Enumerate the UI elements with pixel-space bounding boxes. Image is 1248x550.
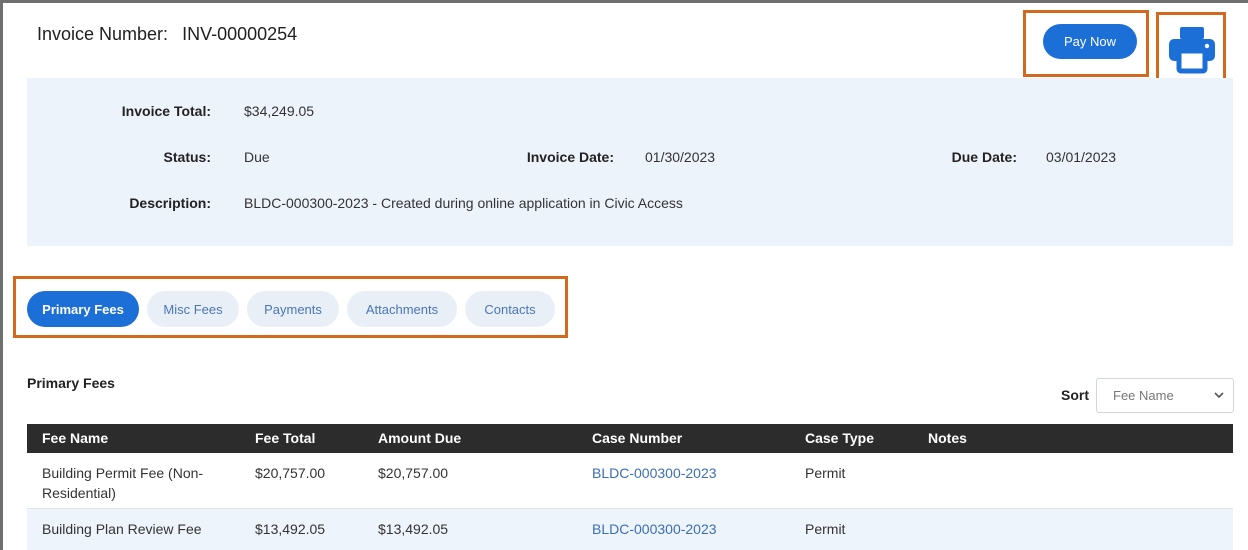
- tab-payments[interactable]: Payments: [247, 291, 339, 327]
- description-label: Description:: [129, 195, 211, 211]
- invoice-number-label: Invoice Number:: [37, 24, 169, 44]
- col-notes[interactable]: Notes: [928, 430, 967, 446]
- due-date-label: Due Date:: [951, 149, 1017, 165]
- table-row: Building Plan Review Fee $13,492.05 $13,…: [27, 509, 1233, 550]
- section-title: Primary Fees: [27, 375, 115, 391]
- case-type-cell: Permit: [805, 465, 846, 481]
- sort-select-value: Fee Name: [1113, 388, 1174, 403]
- col-fee-name[interactable]: Fee Name: [42, 430, 237, 446]
- col-fee-total[interactable]: Fee Total: [255, 430, 315, 446]
- invoice-date-label: Invoice Date:: [526, 149, 614, 165]
- invoice-summary-panel: Invoice Total: $34,249.05 Status: Due In…: [27, 78, 1233, 246]
- amount-due-cell: $13,492.05: [378, 521, 449, 537]
- table-row: Building Permit Fee (Non-Residential) $2…: [27, 453, 1233, 509]
- tab-misc-fees[interactable]: Misc Fees: [147, 291, 239, 327]
- amount-due-cell: $20,757.00: [378, 465, 449, 481]
- table-header: Fee Name Fee Total Amount Due Case Numbe…: [27, 424, 1233, 453]
- tab-attachments[interactable]: Attachments: [347, 291, 457, 327]
- fee-total-cell: $13,492.05: [255, 521, 326, 537]
- case-number-link[interactable]: BLDC-000300-2023: [592, 463, 717, 483]
- fee-name-cell: Building Plan Review Fee: [42, 521, 202, 537]
- pay-now-button[interactable]: Pay Now: [1043, 24, 1137, 59]
- fee-total-cell: $20,757.00: [255, 465, 326, 481]
- fee-name-cell: Building Permit Fee (Non-Residential): [42, 465, 204, 501]
- printer-icon[interactable]: [1167, 24, 1217, 74]
- status-value: Due: [244, 149, 270, 165]
- sort-label: Sort: [1061, 387, 1089, 403]
- invoice-title: Invoice Number: INV-00000254: [37, 24, 297, 45]
- sort-select[interactable]: Fee Name: [1096, 378, 1234, 413]
- col-case-type[interactable]: Case Type: [805, 430, 874, 446]
- due-date-value: 03/01/2023: [1046, 149, 1117, 165]
- invoice-total-label: Invoice Total:: [121, 103, 211, 119]
- status-label: Status:: [163, 149, 211, 165]
- case-number-link[interactable]: BLDC-000300-2023: [592, 519, 717, 539]
- col-case-number[interactable]: Case Number: [592, 430, 682, 446]
- chevron-down-icon: [1214, 392, 1224, 399]
- tab-primary-fees[interactable]: Primary Fees: [27, 291, 139, 327]
- invoice-date-value: 01/30/2023: [645, 149, 716, 165]
- invoice-number-value: INV-00000254: [182, 24, 298, 44]
- invoice-total-value: $34,249.05: [244, 103, 315, 119]
- description-value: BLDC-000300-2023 - Created during online…: [244, 195, 683, 211]
- fees-table: Fee Name Fee Total Amount Due Case Numbe…: [27, 424, 1233, 550]
- tab-contacts[interactable]: Contacts: [465, 291, 555, 327]
- case-type-cell: Permit: [805, 521, 846, 537]
- col-amount-due[interactable]: Amount Due: [378, 430, 461, 446]
